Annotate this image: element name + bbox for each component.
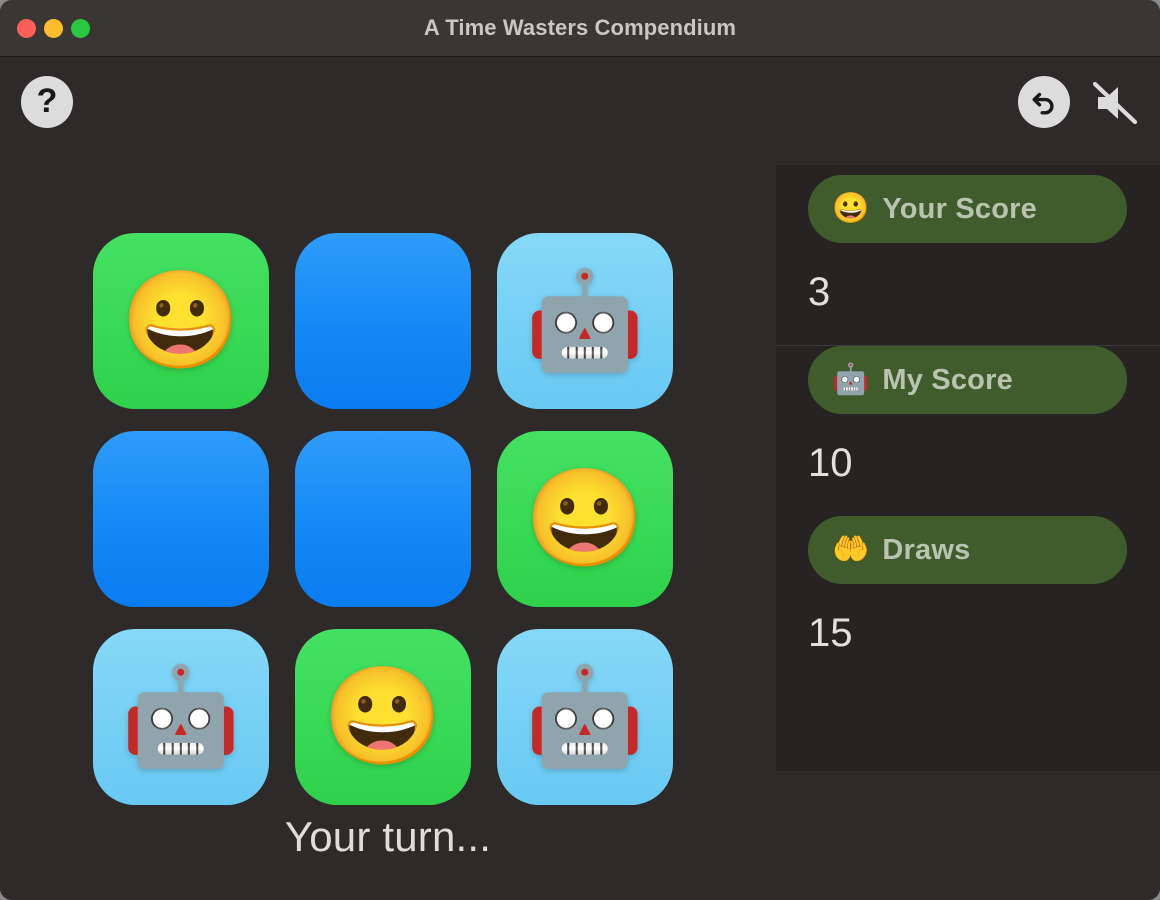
board-cell-8[interactable]: 🤖 <box>497 629 673 805</box>
undo-arrow-icon <box>1032 92 1054 115</box>
help-button[interactable]: ? <box>21 76 73 128</box>
score-label: Draws <box>882 533 971 566</box>
content-area: ? 😀 🤖 😀 🤖 😀 🤖 Your turn... 😀 Your Score 3 🤖 My Sc… <box>0 57 1160 900</box>
board-cell-5[interactable]: 😀 <box>497 431 673 607</box>
title-bar: A Time Wasters Compendium <box>0 0 1160 57</box>
score-label: My Score <box>882 363 1013 396</box>
robot-face-icon: 🤖 <box>525 663 645 770</box>
robot-face-icon: 🤖 <box>121 663 241 770</box>
grinning-face-icon: 😀 <box>121 267 241 374</box>
board-cell-1[interactable] <box>295 233 471 409</box>
app-window: A Time Wasters Compendium ? 😀 🤖 😀 🤖 😀 🤖 Your … <box>0 0 1160 900</box>
robot-face-icon: 🤖 <box>525 267 645 374</box>
board-cell-7[interactable]: 😀 <box>295 629 471 805</box>
board-cell-0[interactable]: 😀 <box>93 233 269 409</box>
question-mark-icon: ? <box>36 82 58 120</box>
status-text: Your turn... <box>284 813 492 860</box>
score-row: 🤖 My Score 10 <box>776 346 1160 516</box>
board-cell-6[interactable]: 🤖 <box>93 629 269 805</box>
score-panel: 😀 Your Score 3 🤖 My Score 10 🤲 Draws 15 <box>776 165 1160 771</box>
mute-button[interactable] <box>1087 78 1145 128</box>
speaker-muted-icon <box>1092 81 1138 125</box>
score-value: 3 <box>808 270 831 314</box>
board-cell-3[interactable] <box>93 431 269 607</box>
palms-up-icon: 🤲 <box>832 533 870 566</box>
traffic-light-group <box>17 18 90 38</box>
grinning-face-icon: 😀 <box>525 465 645 572</box>
score-value: 10 <box>808 441 853 485</box>
robot-face-icon: 🤖 <box>832 363 870 396</box>
grinning-face-icon: 😀 <box>323 663 443 770</box>
score-value: 15 <box>808 611 853 655</box>
score-header: 🤲 Draws <box>808 516 1127 584</box>
score-header: 🤖 My Score <box>808 346 1127 414</box>
board-cell-2[interactable]: 🤖 <box>497 233 673 409</box>
minimize-button[interactable] <box>44 18 63 38</box>
score-header: 😀 Your Score <box>808 175 1127 243</box>
board-cell-4[interactable] <box>295 431 471 607</box>
score-label: Your Score <box>882 192 1037 225</box>
game-board: 😀 🤖 😀 🤖 😀 🤖 <box>93 233 673 805</box>
score-row: 😀 Your Score 3 <box>776 175 1160 346</box>
undo-button[interactable] <box>1018 76 1070 128</box>
close-button[interactable] <box>17 18 36 38</box>
score-row: 🤲 Draws 15 <box>776 516 1160 686</box>
grinning-face-icon: 😀 <box>832 192 870 225</box>
maximize-button[interactable] <box>71 18 90 38</box>
window-title: A Time Wasters Compendium <box>423 15 737 40</box>
